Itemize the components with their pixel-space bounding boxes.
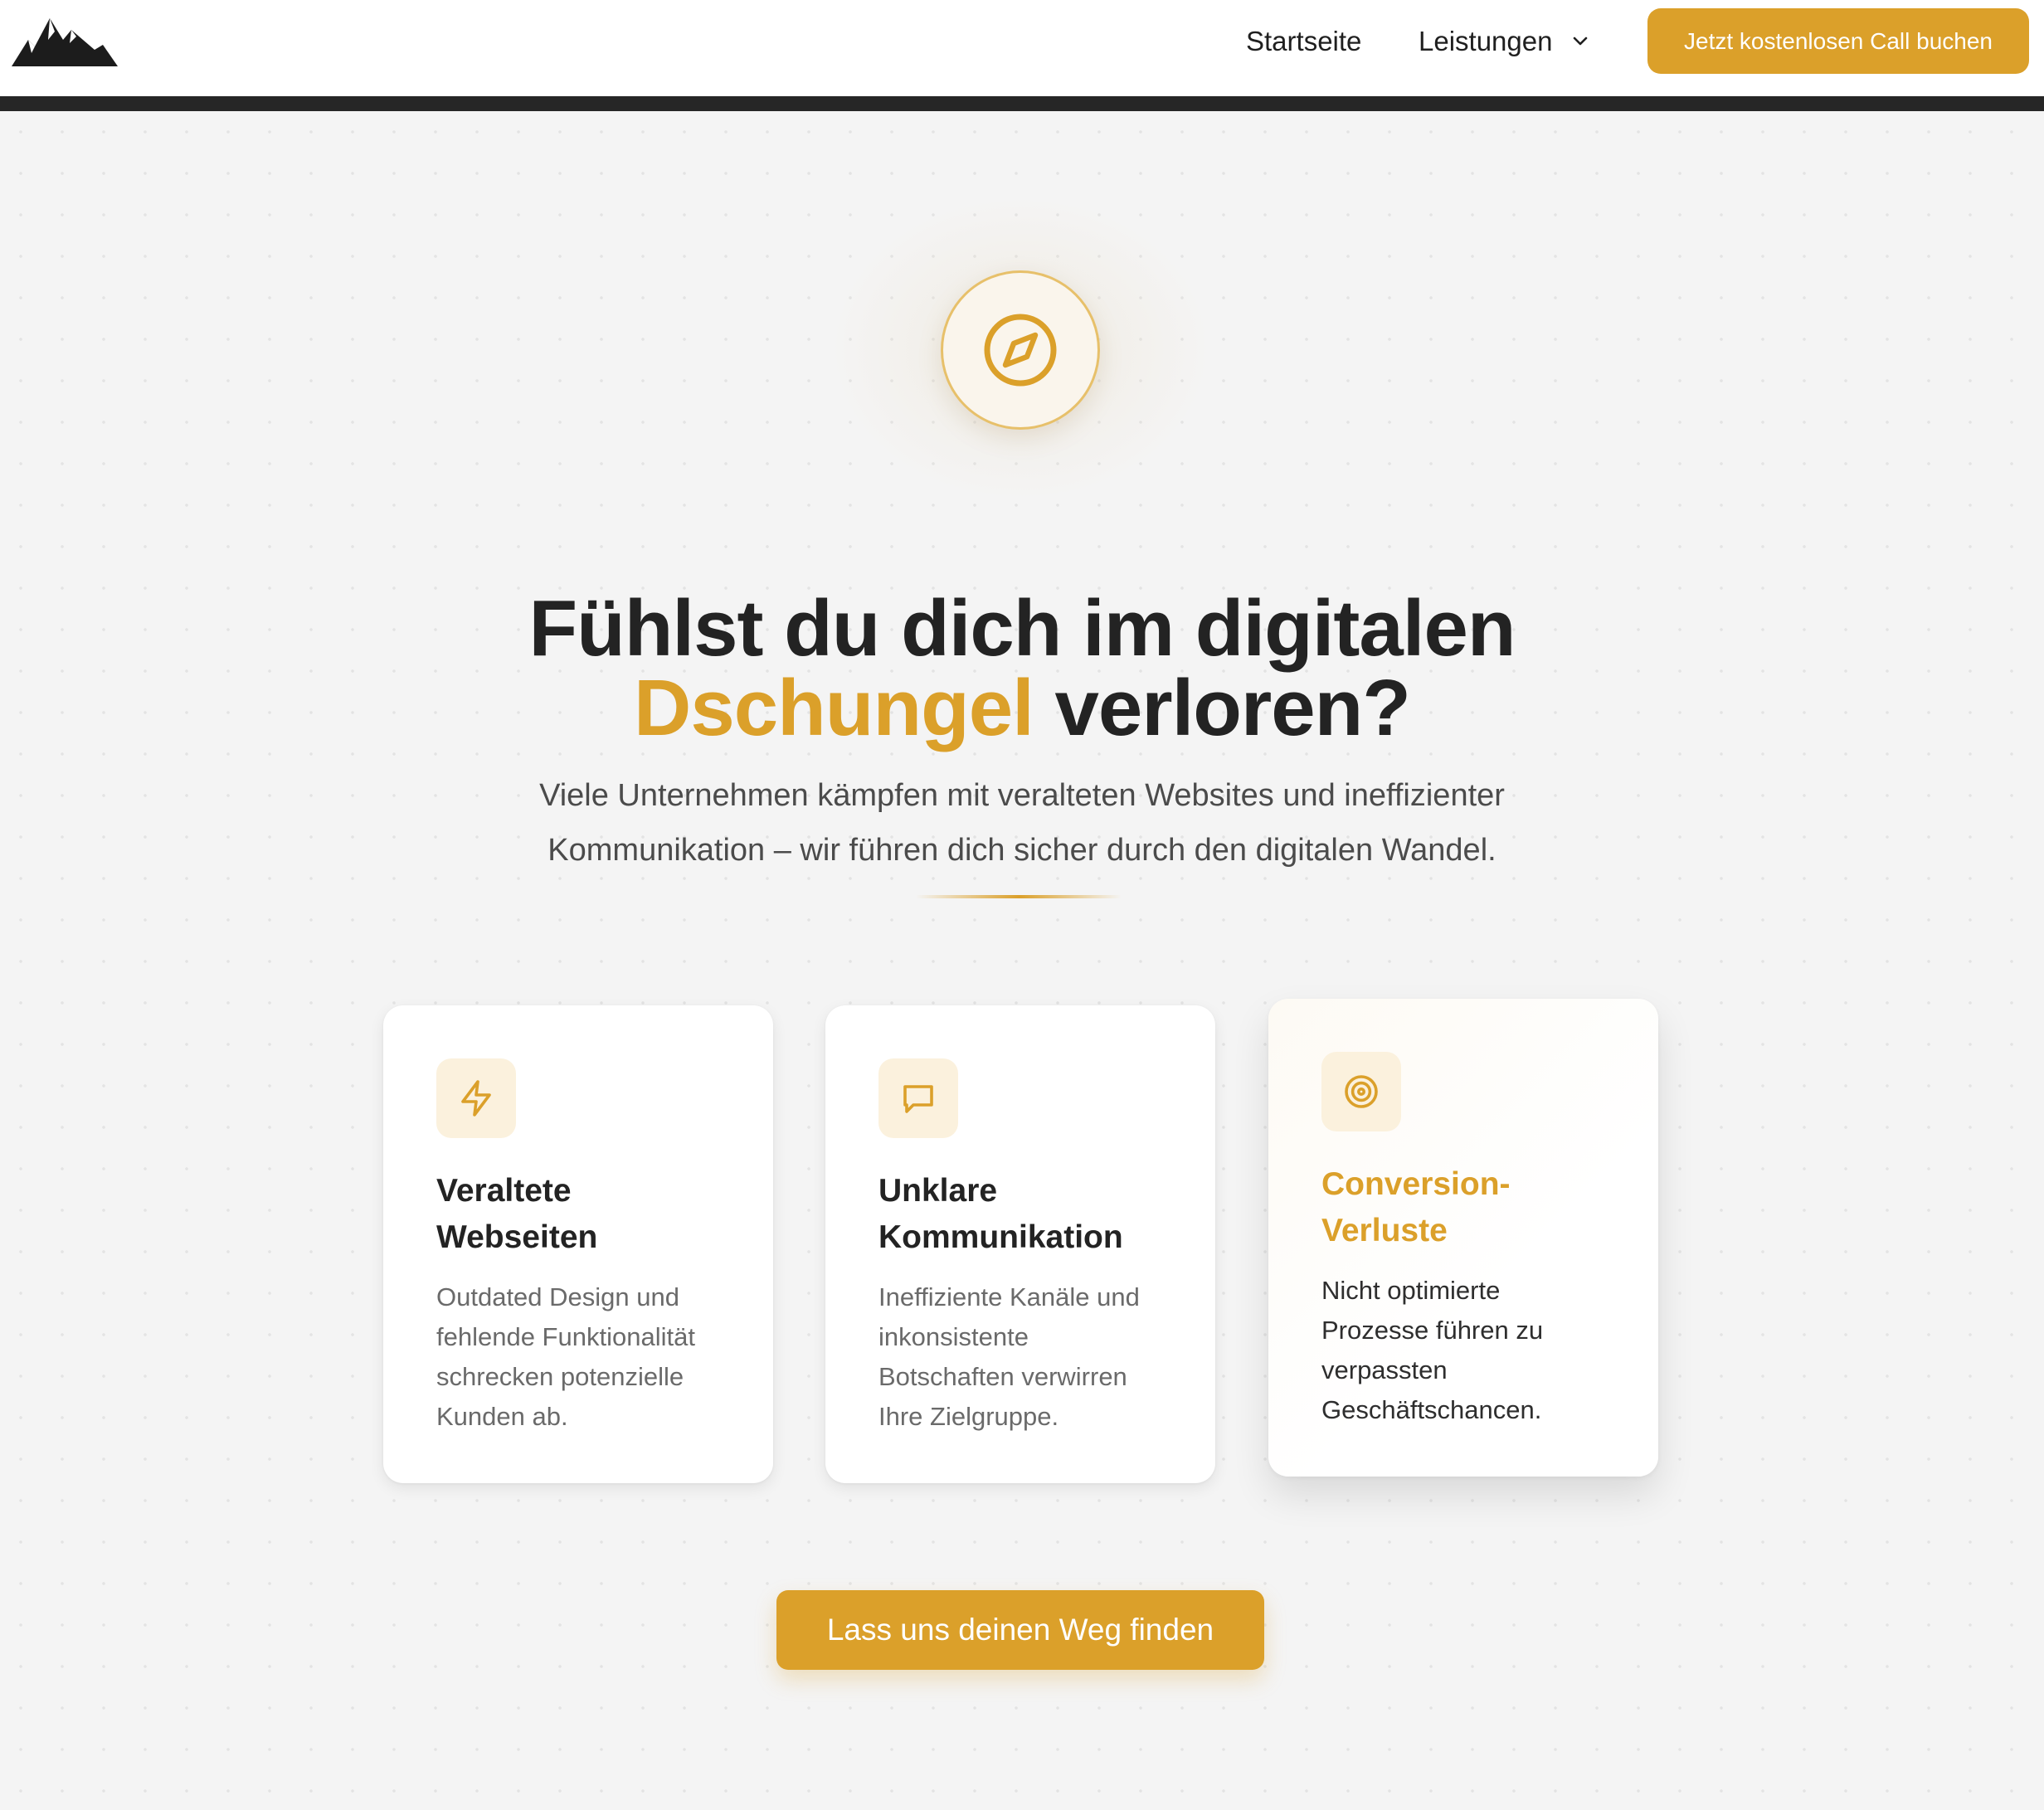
card-desc-line: Kunden ab. (436, 1402, 568, 1431)
book-call-button[interactable]: Jetzt kostenlosen Call buchen (1647, 8, 2029, 74)
card-description: Ineffiziente Kanäle und inkonsistente Bo… (878, 1277, 1185, 1437)
card-icon-tile (436, 1058, 516, 1138)
card-description: Nicht optimierte Prozesse führen zu verp… (1321, 1271, 1628, 1430)
card-desc-line: schrecken potenzielle (436, 1362, 684, 1391)
card-desc-line: verpassten (1321, 1355, 1448, 1384)
card-title: Conversion- Verluste (1321, 1161, 1620, 1254)
find-your-way-button[interactable]: Lass uns deinen Weg finden (776, 1590, 1264, 1670)
hero-title-rest: verloren? (1033, 664, 1410, 753)
card-desc-line: Botschaften verwirren (878, 1362, 1127, 1391)
hero-subtitle: Viele Unternehmen kämpfen mit veralteten… (441, 768, 1603, 878)
card-title-line2: Kommunikation (878, 1219, 1123, 1255)
problem-card-conversion-losses: Conversion- Verluste Nicht optimierte Pr… (1268, 999, 1658, 1477)
problem-card-unclear-communication: Unklare Kommunikation Ineffiziente Kanäl… (825, 1005, 1215, 1483)
card-desc-line: Outdated Design und (436, 1282, 679, 1311)
card-icon-tile (1321, 1052, 1401, 1131)
card-desc-line: Nicht optimierte (1321, 1276, 1501, 1305)
chat-icon (903, 1085, 933, 1113)
lightning-icon (461, 1080, 491, 1117)
card-title-line1: Unklare (878, 1173, 998, 1209)
target-icon (1345, 1075, 1378, 1108)
card-title-line1: Conversion- (1321, 1166, 1511, 1202)
card-desc-line: Geschäftschancen. (1321, 1395, 1542, 1424)
nav-startseite[interactable]: Startseite (1246, 23, 1361, 60)
compass-icon (984, 314, 1057, 387)
nav-leistungen[interactable]: Leistungen (1419, 23, 1552, 60)
card-desc-line: inkonsistente (878, 1322, 1029, 1351)
hero-divider (916, 895, 1122, 898)
mountain-logo[interactable] (12, 15, 118, 70)
hero-subtitle-line1: Viele Unternehmen kämpfen mit veralteten… (539, 778, 1505, 813)
hero-title-line1: Fühlst du dich im digitalen (528, 584, 1516, 674)
header-divider-bar (0, 96, 2044, 111)
card-title: Veraltete Webseiten (436, 1168, 735, 1261)
compass-badge (941, 270, 1100, 430)
card-description: Outdated Design und fehlende Funktionali… (436, 1277, 743, 1437)
card-title: Unklare Kommunikation (878, 1168, 1177, 1261)
card-desc-line: fehlende Funktionalität (436, 1322, 695, 1351)
card-desc-line: Ihre Zielgruppe. (878, 1402, 1059, 1431)
card-desc-line: Prozesse führen zu (1321, 1316, 1544, 1345)
hero-subtitle-line2: Kommunikation – wir führen dich sicher d… (548, 833, 1496, 868)
card-icon-tile (878, 1058, 958, 1138)
card-desc-line: Ineffiziente Kanäle und (878, 1282, 1140, 1311)
card-title-line2: Verluste (1321, 1213, 1448, 1248)
hero-title-accent: Dschungel (634, 664, 1034, 753)
chevron-down-icon[interactable] (1570, 32, 1590, 51)
card-title-line1: Veraltete (436, 1173, 572, 1209)
card-title-line2: Webseiten (436, 1219, 598, 1255)
site-header: Startseite Leistungen Jetzt kostenlosen … (0, 0, 2044, 96)
problem-card-outdated-websites: Veraltete Webseiten Outdated Design und … (383, 1005, 773, 1483)
hero-title: Fühlst du dich im digitalen Dschungel ve… (358, 589, 1686, 748)
